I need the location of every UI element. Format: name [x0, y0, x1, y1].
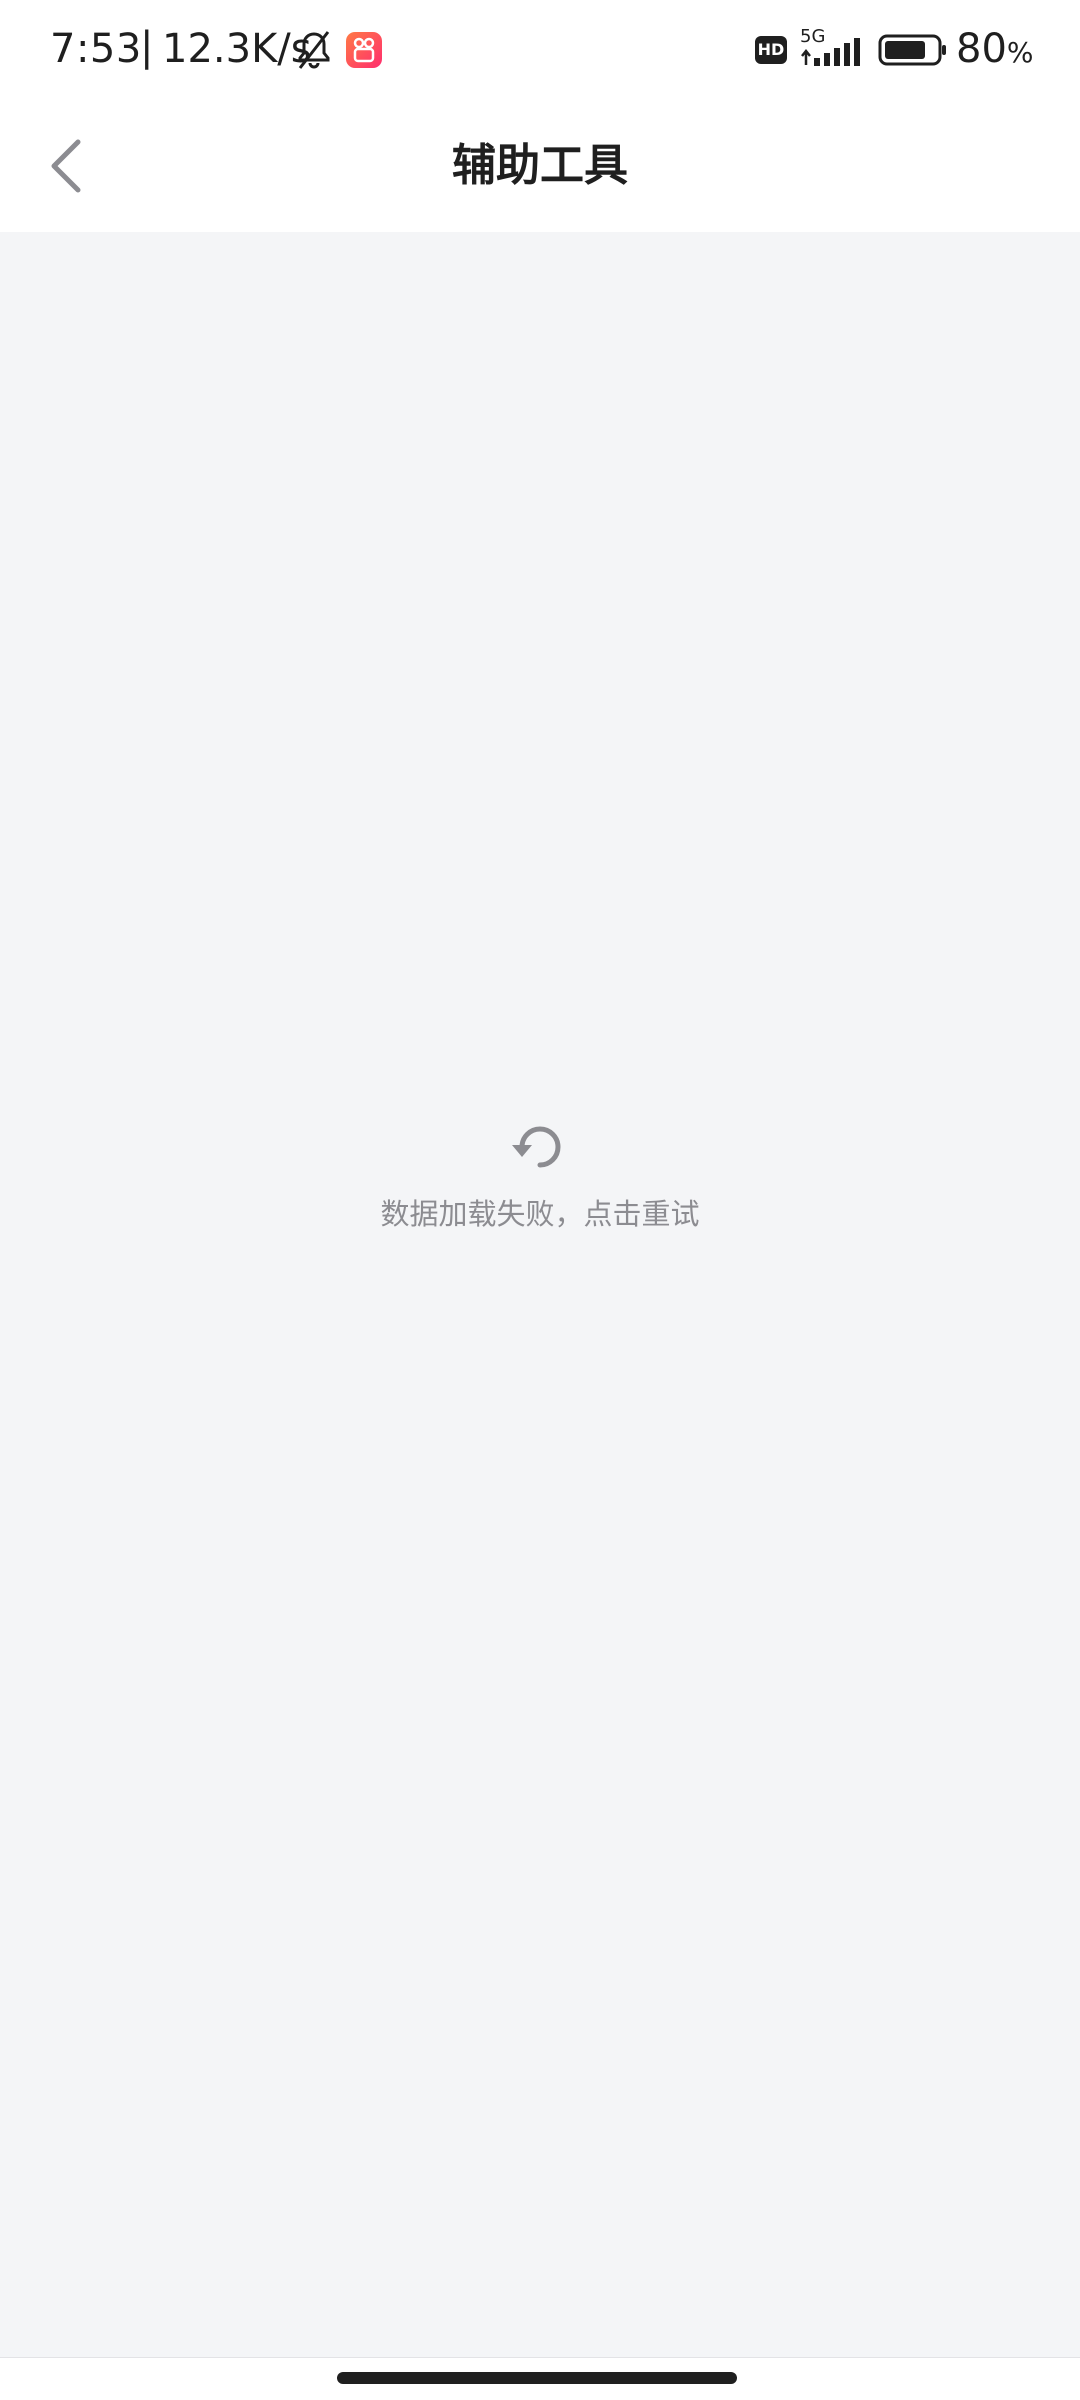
- status-time: 7:53: [50, 26, 142, 72]
- status-bar: 7:53 | 12.3K/s HD 5G 80%: [0, 0, 1080, 100]
- refresh-icon: [512, 1126, 561, 1168]
- battery-value: 80: [956, 26, 1007, 72]
- status-net-speed: 12.3K/s: [162, 26, 312, 72]
- battery-icon: [878, 34, 946, 66]
- app-badge-icon: [346, 32, 382, 68]
- battery-unit: %: [1006, 36, 1034, 69]
- hd-icon: HD: [755, 36, 787, 64]
- retry-area[interactable]: 数据加载失败，点击重试: [340, 1115, 740, 1245]
- header: 辅助工具: [0, 100, 1080, 232]
- battery-percentage: 80%: [956, 26, 1034, 72]
- bell-muted-icon: [298, 31, 330, 69]
- status-separator: |: [140, 24, 154, 70]
- error-message: 数据加载失败，点击重试: [380, 1197, 700, 1231]
- signal-icon: [801, 38, 860, 66]
- home-indicator[interactable]: [337, 2372, 737, 2384]
- page-title: 辅助工具: [452, 140, 628, 191]
